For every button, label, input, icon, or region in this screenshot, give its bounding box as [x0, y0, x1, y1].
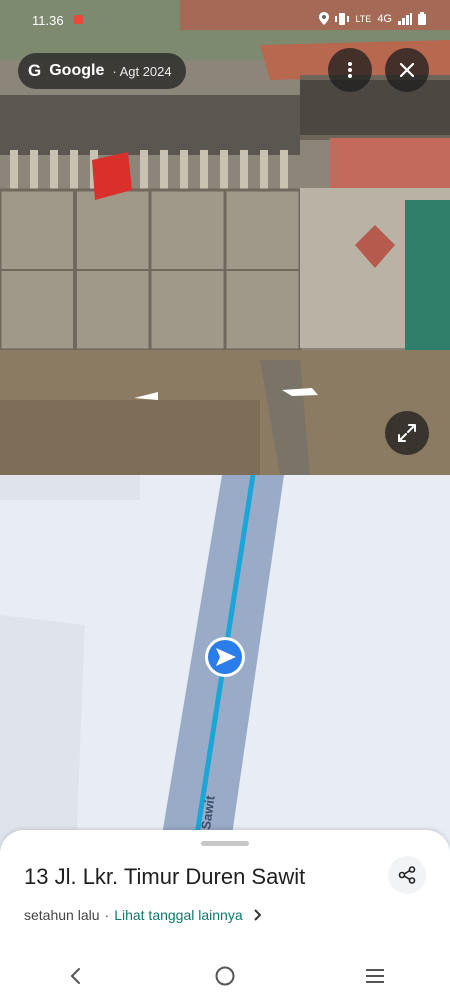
brand-label: Google — [49, 62, 105, 79]
lte-label: LTE — [355, 13, 372, 24]
more-vert-icon — [348, 62, 352, 78]
more-options-button[interactable] — [328, 48, 372, 92]
status-time: 11.36 — [32, 13, 64, 28]
navigation-arrow-icon[interactable] — [205, 637, 245, 677]
date-row: setahun lalu · Lihat tanggal lainnya — [24, 907, 261, 923]
system-nav-bar — [0, 952, 450, 1000]
signal-icon — [398, 12, 412, 25]
battery-icon — [418, 12, 426, 25]
vibrate-icon — [335, 12, 350, 25]
network-label: 4G — [377, 12, 392, 25]
location-icon — [319, 12, 330, 25]
image-info-pill[interactable]: G Google · Agt 2024 — [18, 53, 186, 89]
drag-handle[interactable] — [201, 841, 249, 846]
share-icon — [398, 866, 416, 884]
recents-button[interactable] — [355, 956, 395, 996]
separator: · — [104, 907, 110, 923]
close-icon — [400, 63, 414, 77]
google-g-icon: G — [28, 61, 42, 80]
back-icon — [70, 968, 80, 984]
chevron-right-icon[interactable] — [253, 909, 261, 921]
status-bar: 11.36 LTE 4G — [0, 0, 450, 40]
recents-icon — [366, 969, 384, 983]
back-button[interactable] — [55, 956, 95, 996]
expand-button[interactable] — [385, 411, 429, 455]
status-icons: LTE 4G — [319, 12, 426, 25]
location-title: 13 Jl. Lkr. Timur Duren Sawit — [24, 864, 306, 889]
home-button[interactable] — [205, 956, 245, 996]
other-dates-link[interactable]: Lihat tanggal lainnya — [114, 907, 242, 923]
share-button[interactable] — [388, 856, 426, 894]
image-age: setahun lalu — [24, 907, 100, 923]
close-button[interactable] — [385, 48, 429, 92]
notification-icon — [74, 15, 83, 24]
expand-icon — [398, 424, 416, 442]
home-icon — [215, 966, 235, 986]
image-date: · Agt 2024 — [112, 63, 172, 79]
